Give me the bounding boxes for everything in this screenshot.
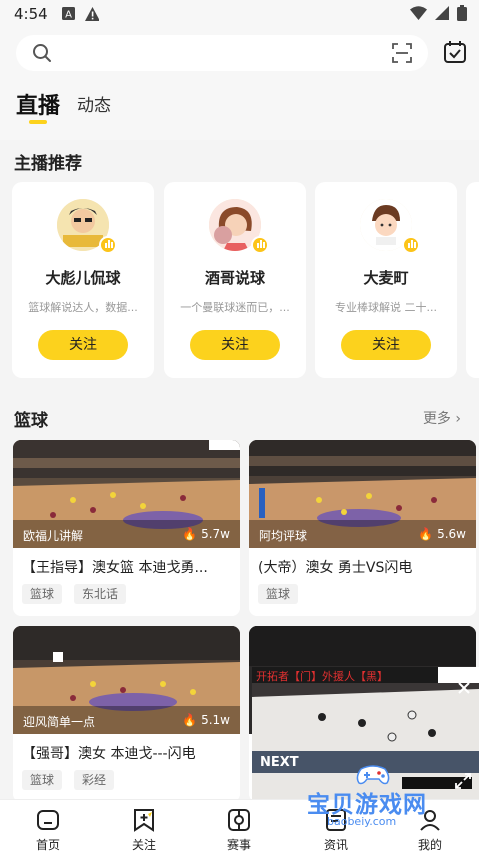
scan-icon[interactable] [392, 43, 412, 63]
video-author: 迎风简单一点 [23, 715, 96, 729]
streamer-desc: 篮球解说达人，数据... [28, 301, 138, 314]
video-tag: 彩经 [74, 770, 115, 790]
bookmark-plus-icon [134, 809, 154, 832]
streamer-name: 大麦町 [363, 269, 409, 287]
search-input[interactable] [16, 35, 428, 71]
status-bar: 4:54 A [0, 0, 479, 28]
signal-icon [435, 6, 449, 20]
streamer-card[interactable]: 大彪儿侃球 篮球解说达人，数据... 关注 [12, 182, 154, 378]
streamer-name: 大彪儿侃球 [45, 269, 121, 287]
tab-live[interactable]: 直播 [16, 88, 60, 120]
home-icon [37, 810, 59, 830]
active-tab-indicator [29, 120, 47, 124]
gamepad-icon [356, 765, 390, 785]
video-card[interactable]: 迎风简单一点 🔥 5.1w 【强哥】澳女 本迪戈---闪电 篮球 彩经 [13, 626, 240, 802]
video-author: 阿均评球 [259, 529, 308, 543]
status-time: 4:54 [14, 5, 48, 23]
watermark-url: baobeiy.com [327, 815, 397, 828]
streamer-desc: 一个曼联球迷而已，... [180, 301, 290, 314]
video-author: 欧福儿讲解 [23, 529, 84, 543]
video-views: 🔥 5.1w [182, 713, 230, 727]
live-badge-icon [251, 236, 269, 254]
nav-follow[interactable]: 关注 [114, 800, 174, 853]
svg-text:A: A [65, 10, 72, 21]
top-tabs: 直播 动态 [0, 78, 479, 140]
streamer-desc: 专业棒球解说 二十... [335, 301, 437, 314]
video-tag: 篮球 [258, 584, 299, 604]
video-tag: 篮球 [22, 584, 63, 604]
expand-icon[interactable] [455, 773, 471, 789]
follow-button[interactable]: 关注 [341, 330, 431, 360]
nav-matches[interactable]: 赛事 [209, 800, 269, 853]
live-badge-icon [99, 236, 117, 254]
follow-button[interactable]: 关注 [190, 330, 280, 360]
streamer-card[interactable]: 大麦町 专业棒球解说 二十... 关注 [315, 182, 457, 378]
search-row [0, 28, 479, 78]
battery-icon [457, 5, 467, 21]
live-badge-icon [402, 236, 420, 254]
video-tag: 篮球 [22, 770, 63, 790]
watermark-text: 宝贝游戏网 [307, 792, 427, 818]
video-title: (大帝）澳女 勇士VS闪电 [258, 560, 413, 576]
video-tag: 东北话 [74, 584, 127, 604]
wifi-icon [410, 6, 427, 20]
video-card[interactable]: 阿均评球 🔥 5.6w (大帝）澳女 勇士VS闪电 篮球 [249, 440, 476, 616]
matches-icon [228, 809, 250, 831]
streamer-card-partial[interactable] [466, 182, 479, 378]
video-views: 🔥 5.7w [182, 527, 230, 541]
video-title: 【王指导】澳女篮 本迪戈勇... [22, 560, 208, 576]
calendar-check-icon[interactable] [443, 40, 467, 64]
follow-button[interactable]: 关注 [38, 330, 128, 360]
video-card[interactable]: 欧福儿讲解 🔥 5.7w 【王指导】澳女篮 本迪戈勇... 篮球 东北话 [13, 440, 240, 616]
floating-player-caption: 开拓者【门】外援人【黑】 [256, 670, 388, 683]
warning-icon [85, 7, 99, 21]
streamer-card[interactable]: 酒哥说球 一个曼联球迷而已，... 关注 [164, 182, 306, 378]
basketball-section-title: 篮球 [14, 411, 48, 431]
streamer-name: 酒哥说球 [204, 269, 265, 287]
streamers-section-title: 主播推荐 [14, 154, 82, 174]
notification-a-icon: A [62, 7, 75, 21]
tab-feed[interactable]: 动态 [77, 91, 111, 116]
nav-home[interactable]: 首页 [18, 800, 78, 853]
more-link[interactable]: 更多 › [423, 408, 461, 428]
video-views: 🔥 5.6w [418, 527, 466, 541]
video-title: 【强哥】澳女 本迪戈---闪电 [22, 746, 196, 762]
search-icon [33, 44, 51, 62]
watermark: 宝贝游戏网 baobeiy.com [303, 765, 453, 835]
svg-text:NEXT: NEXT [260, 755, 299, 770]
close-icon[interactable] [457, 681, 471, 695]
streamer-list: 大彪儿侃球 篮球解说达人，数据... 关注 酒哥说球 一个曼联球迷而已，... … [12, 182, 479, 378]
